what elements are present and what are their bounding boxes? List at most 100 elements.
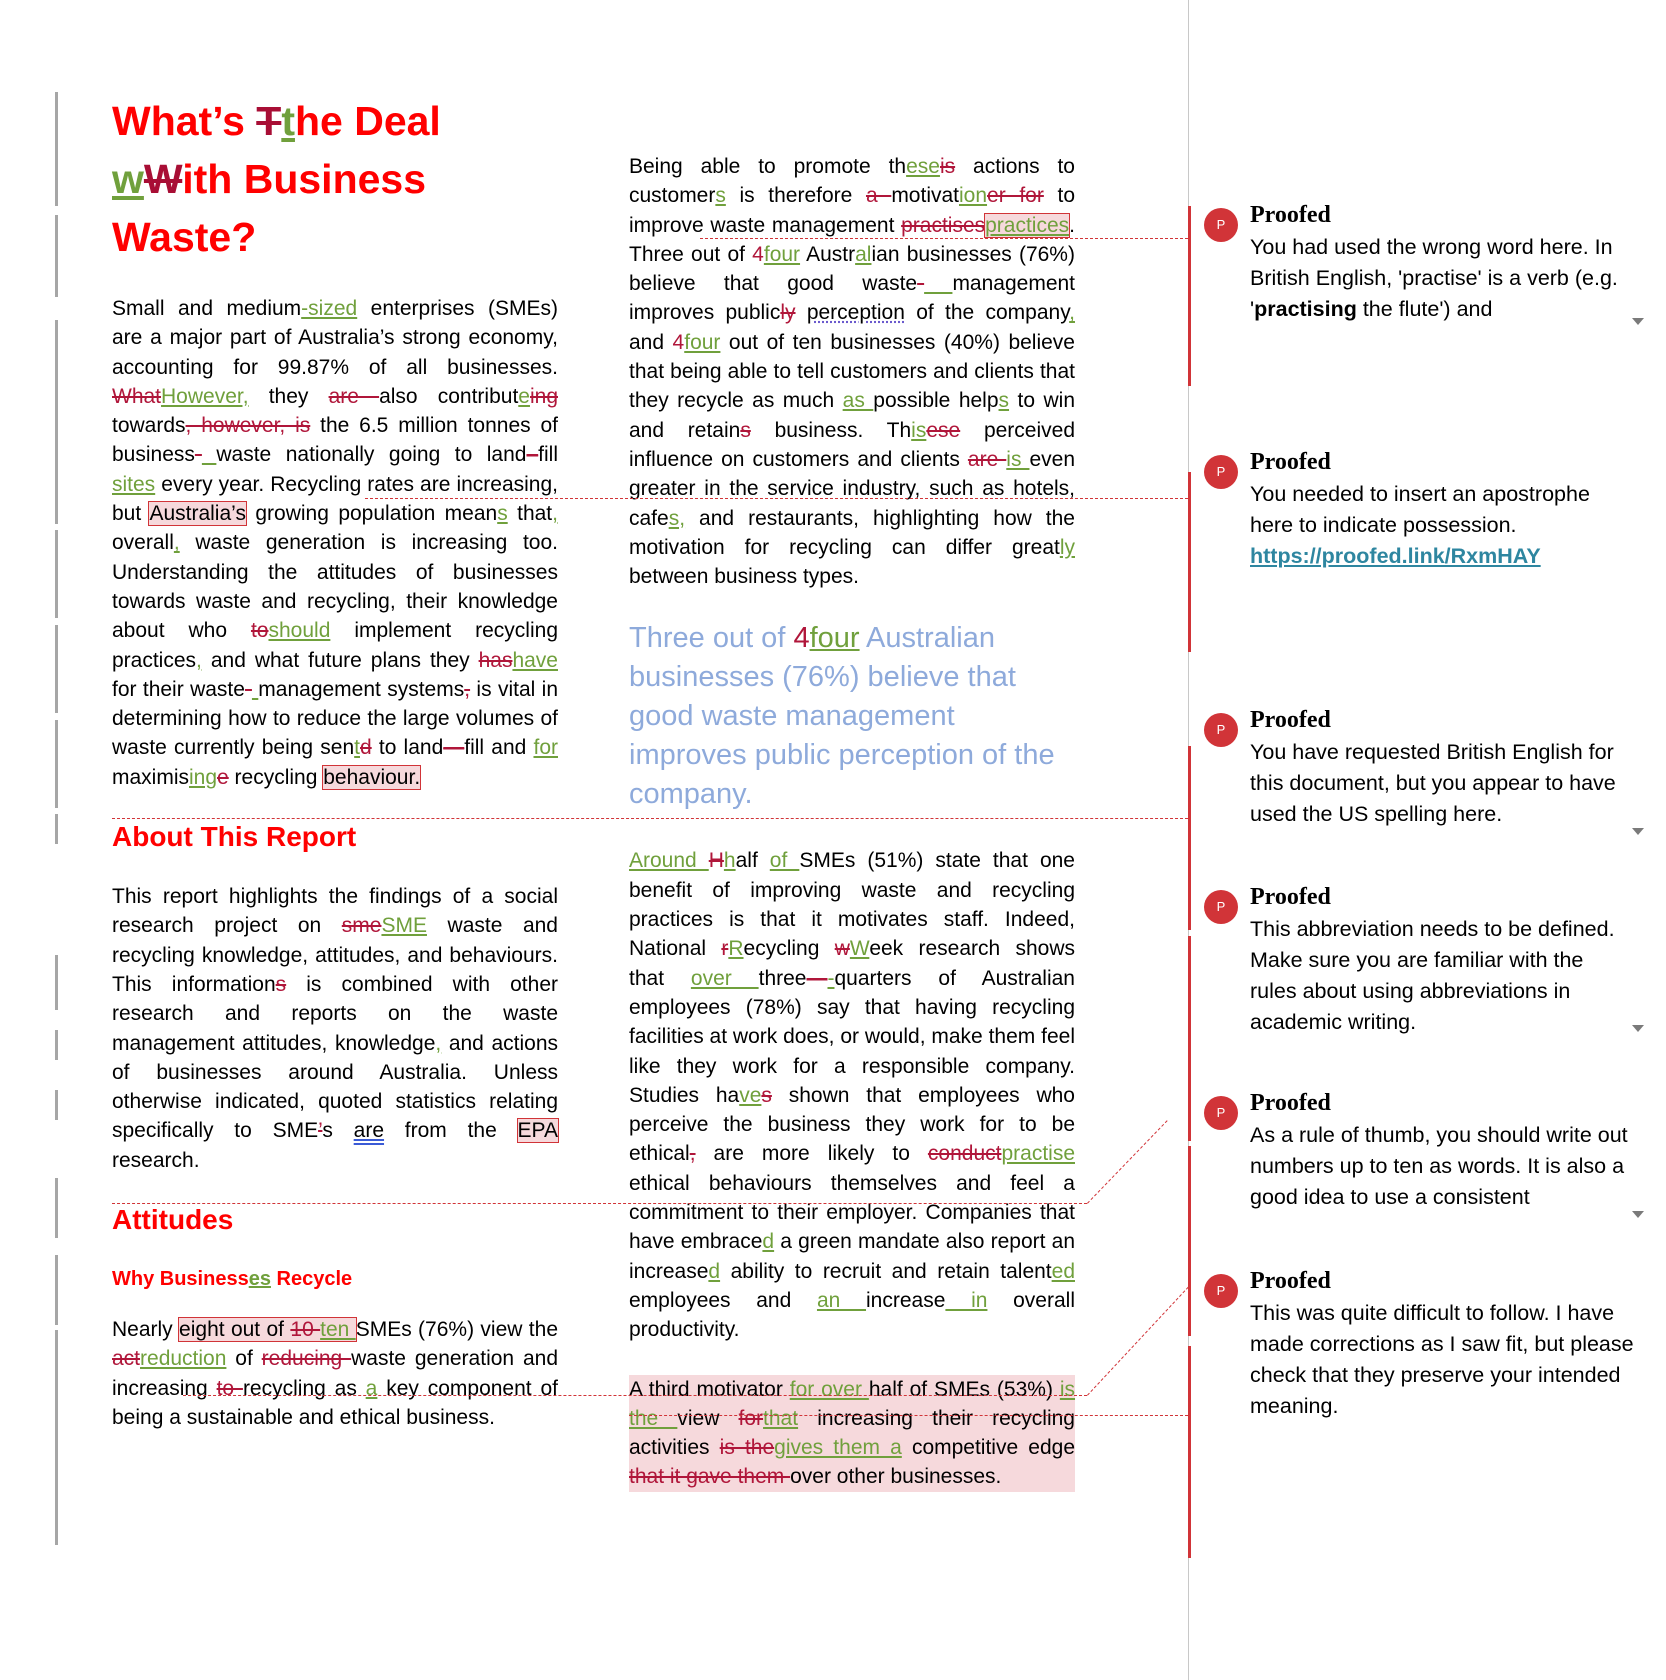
tracked-deletion: sme <box>341 914 382 938</box>
comment-card[interactable]: P Proofed As a rule of thumb, you should w… <box>1188 1086 1666 1276</box>
paragraph: Small and medium-sized enterprises (SMEs… <box>112 294 558 792</box>
text-run: SMEs (76%) view the <box>355 1318 559 1342</box>
comment-anchor[interactable]: Australia’s <box>148 501 247 527</box>
comment-text: As a rule of thumb, you should write out… <box>1250 1120 1635 1213</box>
comment-bold-run: practising <box>1254 297 1357 321</box>
tracked-insertion: R <box>728 937 744 961</box>
tracked-insertion: that <box>763 1406 799 1430</box>
comment-anchor[interactable]: practices <box>984 212 1071 238</box>
avatar: P <box>1204 208 1238 242</box>
change-bar <box>55 530 58 618</box>
comment-author: Proofed <box>1250 707 1331 733</box>
tracked-insertion: four <box>809 622 860 655</box>
comment-text: You have requested British English for t… <box>1250 737 1635 830</box>
comment-text-run: As a rule of thumb, you should write out… <box>1250 1123 1628 1209</box>
change-bar <box>55 1030 58 1060</box>
tracked-insertion: ve <box>739 1083 762 1107</box>
expand-comment-icon[interactable] <box>1632 1025 1644 1032</box>
tracked-deletion: 4 <box>752 242 764 266</box>
tracked-insertion: s <box>497 502 508 526</box>
text-run: increase <box>866 1288 946 1312</box>
comment-text-run: This abbreviation needs to be defined. M… <box>1250 917 1615 1034</box>
text-run: recycling as <box>242 1376 366 1400</box>
text-run: maximis <box>112 765 189 789</box>
tracked-deletion: s <box>275 972 287 996</box>
change-bar <box>55 1330 58 1545</box>
text-run: half of SMEs (53%) <box>868 1377 1060 1401</box>
tracked-insertion: ion <box>959 184 988 208</box>
comment-link[interactable]: https://proofed.link/RxmHAY <box>1250 544 1541 568</box>
tracked-insertion: t <box>281 98 295 144</box>
comment-card[interactable]: P Proofed This was quite difficult to foll… <box>1188 1264 1666 1454</box>
tracked-insertion: four <box>763 242 801 266</box>
text-run: fill and <box>464 736 534 760</box>
text-run: ability to recruit and retain talent <box>720 1259 1052 1283</box>
tracked-insertion: , <box>1069 301 1075 325</box>
tracked-deletion: — <box>443 736 465 760</box>
tracked-insertion: , <box>552 502 558 526</box>
text-run: A third motivator <box>629 1377 790 1401</box>
tracked-insertion: s <box>715 184 726 208</box>
tracked-insertion: e <box>518 384 530 408</box>
style-flag: perception <box>806 301 905 325</box>
comment-card[interactable]: P Proofed You have requested British Engli… <box>1188 703 1666 893</box>
tracked-insertion: in <box>945 1288 988 1312</box>
tracked-deletion: T <box>256 98 282 144</box>
tracked-deletion: ese <box>926 418 961 442</box>
comment-author: Proofed <box>1250 449 1331 475</box>
comment-anchor[interactable]: EPA <box>516 1118 560 1144</box>
tracked-insertion: of <box>769 849 800 873</box>
text-run: Austr <box>800 242 856 266</box>
tracked-deletion: e <box>217 765 229 789</box>
expand-comment-icon[interactable] <box>1632 318 1644 325</box>
tracked-insertion: -sized <box>301 297 358 320</box>
comment-text-run: This was quite difficult to follow. I ha… <box>1250 1301 1634 1418</box>
paragraph: Being able to promote theseis actions to… <box>629 152 1075 591</box>
tracked-insertion: However, <box>161 384 249 408</box>
text-run: to land <box>371 736 444 760</box>
middle-column-body[interactable]: Being able to promote theseis actions to… <box>629 152 1075 1492</box>
paragraph: Nearly eight out of 10 ten SMEs (76%) vi… <box>112 1315 558 1432</box>
text-run: business. Th <box>750 418 912 442</box>
section-heading: About This Report <box>112 820 558 854</box>
tracked-insertion: Around <box>629 849 709 873</box>
comment-anchor[interactable]: eight out of 10 ten <box>178 1317 357 1343</box>
comment-author: Proofed <box>1250 1090 1331 1116</box>
comment-connector <box>112 818 1188 819</box>
tracked-insertion <box>202 443 216 466</box>
tracked-deletion: is the <box>719 1436 775 1460</box>
comment-card[interactable]: P Proofed You needed to insert an apostrop… <box>1188 445 1666 635</box>
comment-card[interactable]: P Proofed You had used the wrong word here… <box>1188 198 1666 388</box>
tracked-deletion: 10 <box>290 1318 321 1342</box>
comment-card[interactable]: P Proofed This abbreviation needs to be de… <box>1188 880 1666 1070</box>
comment-connector <box>1087 1283 1193 1396</box>
tracked-insertion: d <box>762 1230 775 1254</box>
change-bar <box>55 92 58 206</box>
left-column: What’s Tthe Deal wWith Business Waste? S… <box>112 92 560 1432</box>
tracked-insertion: as <box>842 389 874 413</box>
comment-anchor[interactable]: behaviour. <box>322 764 422 790</box>
tracked-insertion: d <box>708 1259 721 1283</box>
tracked-deletion: 4 <box>672 330 685 354</box>
tracked-deletion: ing <box>529 384 558 408</box>
tracked-insertion: w <box>112 156 144 202</box>
avatar: P <box>1204 713 1238 747</box>
tracked-insertion: sites <box>112 472 156 496</box>
paragraph-highlighted: A third motivator for over half of SMEs … <box>629 1374 1075 1492</box>
tracked-deletion: reducing <box>261 1347 352 1371</box>
text-run: possible help <box>873 389 999 413</box>
text-run: of the company <box>904 301 1070 325</box>
text-run: that <box>507 502 553 526</box>
text-run: Why Business <box>112 1268 249 1291</box>
tracked-deletion: practises <box>901 213 986 237</box>
tracked-insertion: practise <box>1001 1142 1075 1166</box>
left-column-body[interactable]: Small and medium-sized enterprises (SMEs… <box>112 294 560 1432</box>
text-run: over other businesses. <box>790 1465 1002 1489</box>
comment-text: You had used the wrong word here. In Bri… <box>1250 232 1635 325</box>
expand-comment-icon[interactable] <box>1632 828 1644 835</box>
change-bar <box>55 1090 58 1120</box>
text-run: is therefore <box>725 184 866 208</box>
expand-comment-icon[interactable] <box>1632 1211 1644 1218</box>
document-title[interactable]: What’s Tthe Deal wWith Business Waste? <box>112 92 558 266</box>
text-run: Recycle <box>270 1268 353 1291</box>
